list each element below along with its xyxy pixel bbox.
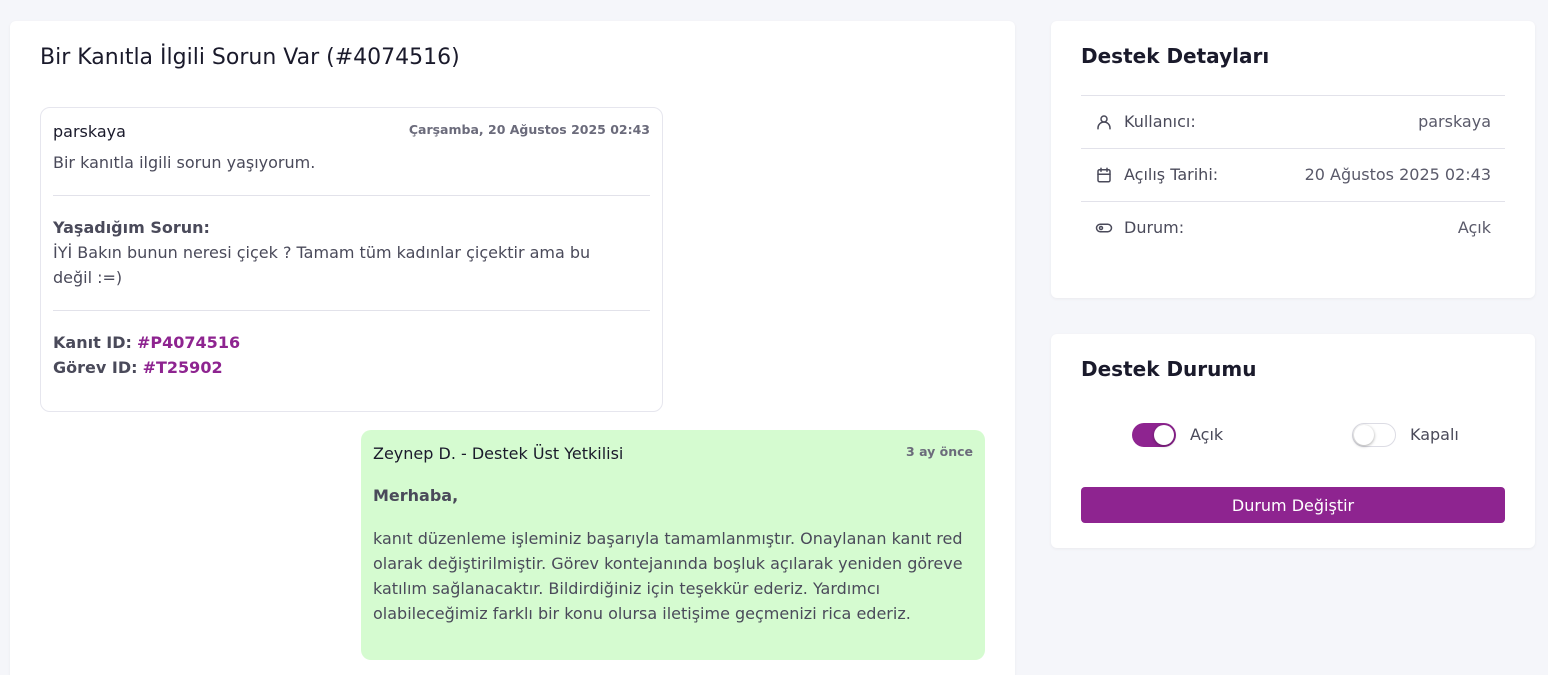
details-card: Destek Detayları Kullanıcı: parskaya Açı… <box>1051 21 1535 298</box>
status-title: Destek Durumu <box>1081 357 1257 381</box>
task-id-link[interactable]: #T25902 <box>143 358 223 377</box>
switch-knob <box>1154 425 1174 445</box>
message-time: 3 ay önce <box>906 444 973 459</box>
evidence-id-label: Kanıt ID: <box>53 333 132 352</box>
detail-row-status: Durum: Açık <box>1081 201 1505 254</box>
divider <box>53 195 650 196</box>
detail-label: Durum: <box>1124 218 1185 237</box>
evidence-id-line: Kanıt ID: #P4074516 <box>53 330 650 355</box>
detail-row-date: Açılış Tarihi: 20 Ağustos 2025 02:43 <box>1081 148 1505 201</box>
evidence-id-link[interactable]: #P4074516 <box>137 333 240 352</box>
user-message: parskaya Çarşamba, 20 Ağustos 2025 02:43… <box>40 107 663 412</box>
details-title: Destek Detayları <box>1081 44 1270 68</box>
task-id-line: Görev ID: #T25902 <box>53 355 650 380</box>
closed-switch[interactable] <box>1352 423 1396 447</box>
detail-label: Kullanıcı: <box>1124 112 1196 131</box>
message-header: parskaya Çarşamba, 20 Ağustos 2025 02:43 <box>53 122 650 142</box>
page-title: Bir Kanıtla İlgili Sorun Var (#4074516) <box>40 45 460 70</box>
message-greeting: Merhaba, <box>373 486 459 505</box>
message-author: parskaya <box>53 122 126 141</box>
detail-label: Açılış Tarihi: <box>1124 165 1219 184</box>
detail-row-user: Kullanıcı: parskaya <box>1081 95 1505 148</box>
detail-value: parskaya <box>1418 112 1491 131</box>
message-text: Bir kanıtla ilgili sorun yaşıyorum. <box>53 153 316 172</box>
divider <box>53 310 650 311</box>
message-author: Zeynep D. - Destek Üst Yetkilisi <box>373 444 624 463</box>
message-text: kanıt düzenleme işleminiz başarıyla tama… <box>373 529 963 623</box>
ticket-card: Bir Kanıtla İlgili Sorun Var (#4074516) … <box>10 21 1015 675</box>
message-time: Çarşamba, 20 Ağustos 2025 02:43 <box>408 122 650 137</box>
task-id-label: Görev ID: <box>53 358 138 377</box>
problem-label: Yaşadığım Sorun: <box>53 218 210 237</box>
problem-text: İYİ Bakın bunun neresi çiçek ? Tamam tüm… <box>53 243 591 287</box>
admin-message: Zeynep D. - Destek Üst Yetkilisi 3 ay ön… <box>361 430 985 660</box>
calendar-icon <box>1097 167 1111 183</box>
status-card: Destek Durumu Açık Kapalı Durum Değiştir <box>1051 334 1535 548</box>
switch-knob <box>1354 425 1374 445</box>
closed-label: Kapalı <box>1410 425 1459 444</box>
toggle-icon <box>1095 223 1113 233</box>
change-status-button[interactable]: Durum Değiştir <box>1081 487 1505 523</box>
open-switch[interactable] <box>1132 423 1176 447</box>
open-label: Açık <box>1190 425 1224 444</box>
detail-value: Açık <box>1457 218 1491 237</box>
user-icon <box>1097 115 1111 130</box>
message-header: Zeynep D. - Destek Üst Yetkilisi 3 ay ön… <box>373 444 973 464</box>
detail-value: 20 Ağustos 2025 02:43 <box>1304 165 1491 184</box>
